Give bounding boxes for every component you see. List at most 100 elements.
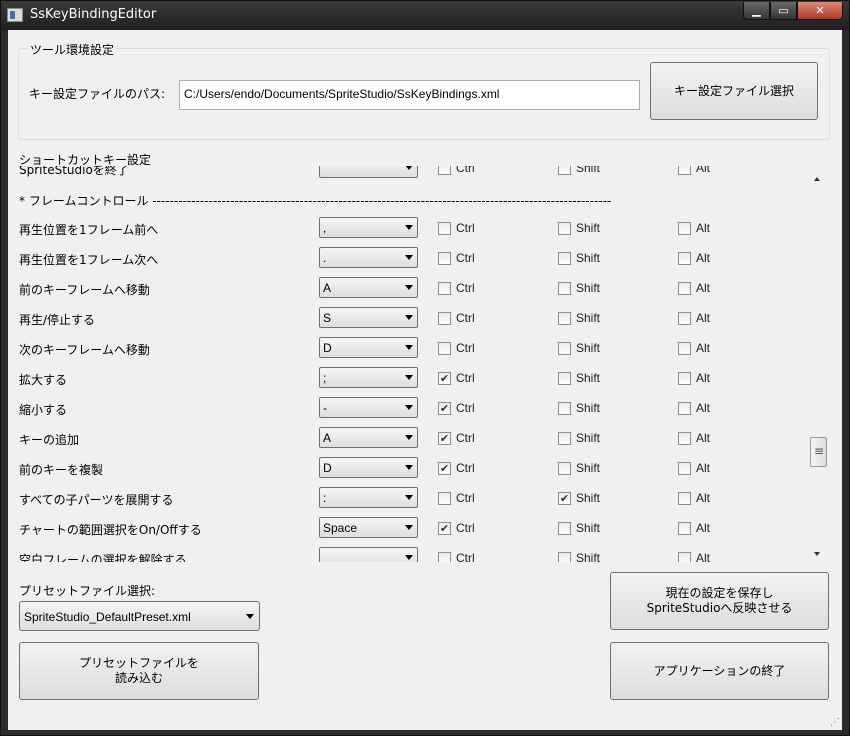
shift-checkbox[interactable]: Shift [558, 341, 600, 355]
row-label: チャートの範囲選択をOn/Offする [19, 523, 202, 537]
vertical-scrollbar[interactable] [810, 166, 827, 562]
load-preset-line2: 読み込む [114, 671, 163, 685]
alt-checkbox[interactable]: Alt [678, 371, 710, 385]
shift-label: Shift [576, 166, 601, 175]
chevron-down-icon [405, 465, 413, 470]
checkbox-box [438, 311, 451, 325]
checkbox-box [438, 221, 451, 235]
shift-checkbox[interactable]: Shift [558, 431, 600, 445]
select-keyfile-button[interactable]: キー設定ファイル選択 [650, 62, 818, 120]
alt-label: Alt [696, 491, 711, 505]
key-combo[interactable]: : [319, 487, 418, 508]
row-label: 前のキーを複製 [19, 463, 104, 477]
checkbox-box [678, 371, 691, 385]
key-combo[interactable]: Space [319, 517, 418, 538]
key-combo[interactable]: ; [319, 367, 418, 388]
ctrl-checkbox[interactable]: ✔ Ctrl [438, 401, 475, 415]
shift-checkbox[interactable]: Shift [558, 401, 600, 415]
alt-checkbox[interactable]: Alt [678, 311, 710, 325]
alt-checkbox[interactable]: Alt [678, 341, 710, 355]
shift-checkbox[interactable]: Shift [558, 461, 600, 475]
path-input[interactable]: C:/Users/endo/Documents/SpriteStudio/SsK… [179, 80, 640, 110]
shift-checkbox[interactable]: Shift [558, 281, 600, 295]
ctrl-checkbox[interactable]: Ctrl [438, 491, 475, 505]
shift-checkbox[interactable]: Shift [558, 521, 600, 535]
shift-label: Shift [576, 341, 601, 355]
alt-checkbox[interactable]: Alt [678, 401, 710, 415]
alt-checkbox[interactable]: Alt [678, 281, 710, 295]
chevron-down-icon [405, 315, 413, 320]
shortcut-list[interactable]: SpriteStudioを終了 Ctrl Shift Alt * フレームコント… [17, 166, 827, 562]
key-combo[interactable]: - [319, 397, 418, 418]
alt-label: Alt [696, 371, 711, 385]
checkbox-box [678, 311, 691, 325]
alt-checkbox[interactable]: Alt [678, 491, 710, 505]
list-item: 拡大する ; ✔ Ctrl Shift Alt [17, 364, 807, 394]
ctrl-checkbox[interactable]: Ctrl [438, 311, 475, 325]
alt-checkbox[interactable]: Alt [678, 166, 710, 175]
list-item: 前のキーフレームへ移動 A Ctrl Shift Alt [17, 274, 807, 304]
ctrl-checkbox[interactable]: Ctrl [438, 251, 475, 265]
ctrl-checkbox[interactable]: Ctrl [438, 341, 475, 355]
scroll-down-icon[interactable] [814, 552, 820, 556]
ctrl-checkbox[interactable]: ✔ Ctrl [438, 371, 475, 385]
ctrl-checkbox[interactable]: ✔ Ctrl [438, 461, 475, 475]
maximize-button[interactable]: ▭ [770, 2, 797, 20]
close-button[interactable]: ✕ [797, 2, 843, 20]
shift-label: Shift [576, 311, 601, 325]
key-combo[interactable]: A [319, 427, 418, 448]
alt-checkbox[interactable]: Alt [678, 431, 710, 445]
checkbox-box [438, 341, 451, 355]
scroll-up-icon[interactable] [814, 177, 820, 181]
alt-checkbox[interactable]: Alt [678, 251, 710, 265]
ctrl-checkbox[interactable]: Ctrl [438, 551, 475, 562]
row-label: 再生位置を1フレーム次へ [19, 253, 159, 267]
key-combo[interactable]: S [319, 307, 418, 328]
shift-checkbox[interactable]: Shift [558, 166, 600, 175]
shift-checkbox[interactable]: Shift [558, 371, 600, 385]
ctrl-checkbox[interactable]: Ctrl [438, 166, 475, 175]
key-combo[interactable]: . [319, 247, 418, 268]
key-combo[interactable] [319, 547, 418, 562]
ctrl-checkbox[interactable]: Ctrl [438, 281, 475, 295]
ctrl-checkbox[interactable]: ✔ Ctrl [438, 431, 475, 445]
resize-grip-icon[interactable]: ⋰ [830, 717, 840, 728]
shift-checkbox[interactable]: Shift [558, 311, 600, 325]
quit-button[interactable]: アプリケーションの終了 [610, 642, 829, 700]
shift-checkbox[interactable]: Shift [558, 551, 600, 562]
row-label: 拡大する [19, 373, 68, 387]
checkbox-box: ✔ [438, 431, 451, 445]
app-icon [7, 8, 23, 22]
scroll-thumb[interactable] [810, 437, 827, 467]
alt-label: Alt [696, 431, 711, 445]
title-bar[interactable]: SsKeyBindingEditor ▁ ▭ ✕ [1, 1, 849, 30]
ctrl-checkbox[interactable]: Ctrl [438, 221, 475, 235]
key-value: ; [323, 371, 327, 385]
key-combo[interactable]: D [319, 337, 418, 358]
key-combo[interactable]: A [319, 277, 418, 298]
ctrl-label: Ctrl [456, 311, 475, 325]
key-value: Space [323, 521, 358, 535]
minimize-button[interactable]: ▁ [743, 2, 770, 20]
shift-checkbox[interactable]: Shift [558, 221, 600, 235]
alt-label: Alt [696, 551, 711, 562]
key-value: A [323, 431, 332, 445]
checkbox-box [558, 551, 571, 562]
key-combo[interactable]: D [319, 457, 418, 478]
key-combo[interactable] [319, 166, 418, 178]
shift-label: Shift [576, 521, 601, 535]
save-apply-button[interactable]: 現在の設定を保存し SpriteStudioへ反映させる [610, 572, 829, 630]
shift-checkbox[interactable]: ✔ Shift [558, 491, 600, 505]
load-preset-button[interactable]: プリセットファイルを 読み込む [19, 642, 259, 700]
key-combo[interactable]: , [319, 217, 418, 238]
alt-checkbox[interactable]: Alt [678, 221, 710, 235]
preset-select[interactable]: SpriteStudio_DefaultPreset.xml [19, 601, 260, 631]
alt-checkbox[interactable]: Alt [678, 461, 710, 475]
ctrl-checkbox[interactable]: ✔ Ctrl [438, 521, 475, 535]
ctrl-label: Ctrl [456, 251, 475, 265]
shift-checkbox[interactable]: Shift [558, 251, 600, 265]
alt-checkbox[interactable]: Alt [678, 521, 710, 535]
key-value: , [323, 221, 327, 235]
alt-checkbox[interactable]: Alt [678, 551, 710, 562]
key-value: A [323, 281, 332, 295]
